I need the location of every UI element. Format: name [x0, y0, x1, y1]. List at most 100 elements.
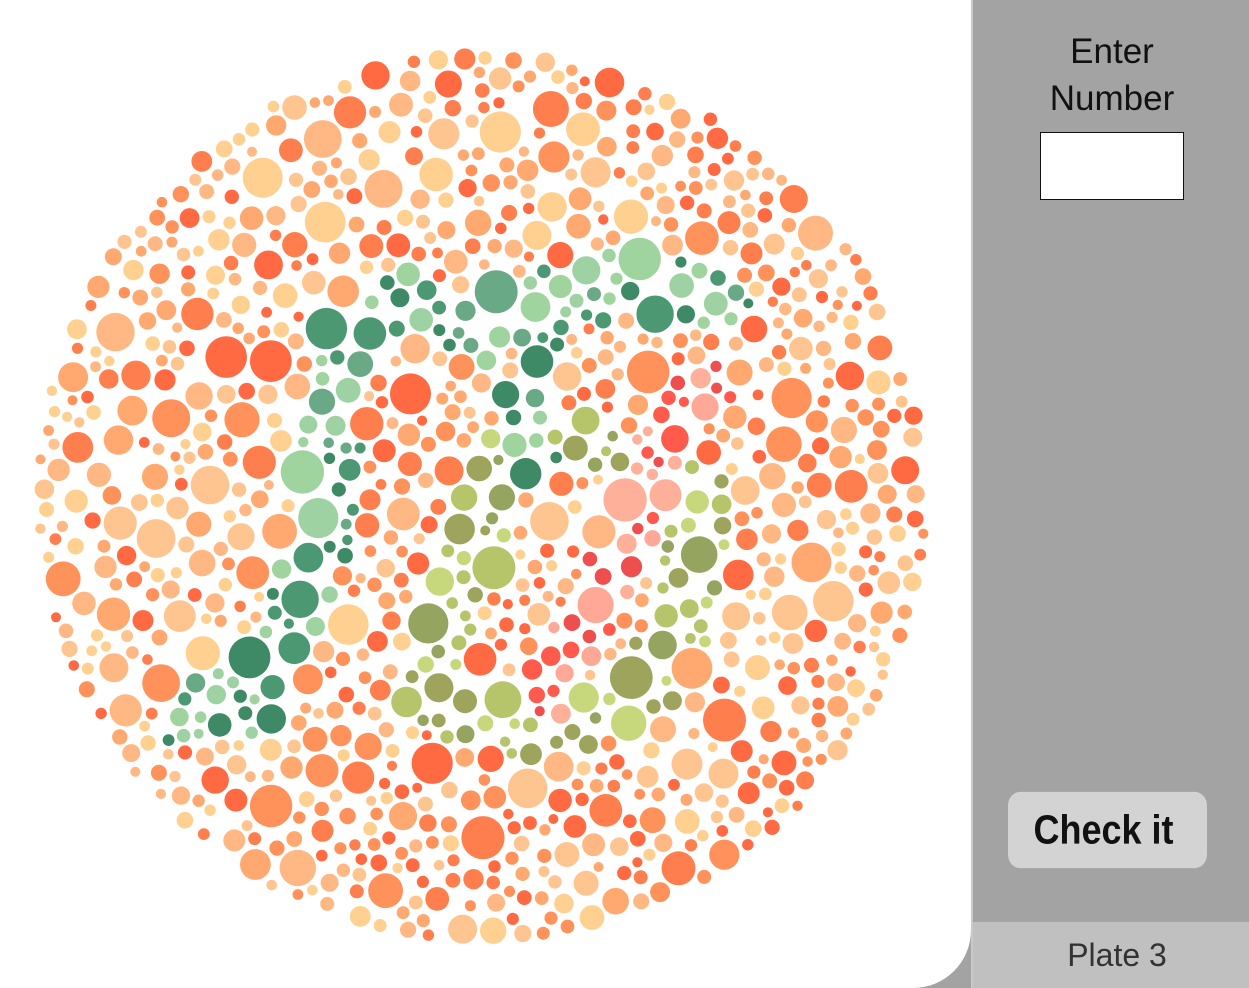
plate-dot: [804, 619, 827, 643]
plate-dot: [142, 664, 181, 702]
plate-dot: [400, 334, 430, 364]
plate-dot: [287, 739, 301, 754]
plate-dot: [375, 479, 387, 490]
plate-dot: [570, 347, 583, 359]
plate-dot: [177, 745, 193, 760]
plate-dot: [428, 50, 448, 70]
plate-dot: [435, 421, 456, 442]
plate-dot: [568, 187, 592, 211]
plate-dot: [405, 670, 419, 684]
plate-dot: [610, 272, 623, 285]
plate-dot: [815, 753, 827, 765]
plate-dot: [671, 748, 703, 780]
plate-dot: [244, 771, 256, 783]
plate-dot: [487, 239, 502, 254]
plate-dot: [34, 479, 55, 500]
plate-dot: [523, 276, 537, 290]
plate-dot: [420, 436, 436, 452]
plate-dot: [340, 442, 352, 454]
plate-dot: [575, 792, 589, 807]
plate-dot: [156, 196, 168, 208]
plate-dot: [432, 269, 446, 283]
plate-dot: [527, 603, 551, 626]
plate-dot: [480, 917, 507, 944]
plate-dot: [548, 621, 560, 634]
answer-sidebar: Enter Number Check it Plate 3: [971, 0, 1249, 988]
plate-dot: [669, 273, 694, 298]
plate-dot: [390, 356, 402, 367]
plate-dot: [270, 430, 292, 452]
plate-dot: [505, 409, 522, 426]
plate-dot: [866, 529, 883, 545]
plate-dot: [551, 70, 565, 84]
plate-dot: [520, 345, 554, 378]
plate-dot: [534, 706, 545, 717]
plate-dot: [287, 333, 304, 350]
plate-dot: [600, 331, 614, 345]
plate-dot: [827, 673, 845, 691]
plate-dot: [576, 477, 589, 490]
plate-dot: [436, 392, 449, 405]
plate-dot: [779, 185, 808, 213]
plate-dot: [488, 860, 501, 873]
plate-dot: [465, 164, 478, 177]
plate-dot: [74, 417, 85, 428]
plate-dot: [594, 67, 625, 98]
plate-dot: [503, 175, 518, 190]
plate-dot: [348, 216, 365, 233]
plate-dot: [610, 452, 630, 472]
plate-dot: [385, 744, 400, 758]
plate-dot: [296, 356, 312, 372]
plate-dot: [35, 523, 46, 534]
plate-dot: [386, 497, 420, 531]
plate-dot: [43, 425, 54, 436]
plate-dot: [90, 346, 102, 358]
plate-dot: [393, 572, 409, 588]
plate-dot: [573, 870, 599, 896]
plate-dot: [711, 494, 732, 515]
plate-dot: [519, 623, 531, 635]
plate-dot: [179, 208, 200, 228]
plate-dot: [189, 173, 202, 186]
number-input[interactable]: [1040, 132, 1184, 200]
plate-dot: [217, 434, 233, 450]
plate-dot: [633, 893, 650, 910]
plate-dot: [688, 181, 703, 195]
plate-dot: [547, 242, 574, 269]
plate-dot: [751, 696, 775, 720]
plate-dot: [684, 692, 706, 713]
plate-dot: [224, 402, 260, 438]
plate-dot: [117, 234, 132, 249]
plate-dot: [205, 593, 225, 613]
plate-dot: [279, 138, 303, 163]
plate-dot: [710, 810, 724, 824]
plate-dot: [353, 317, 387, 350]
plate-dot: [162, 734, 175, 746]
plate-dot: [475, 83, 490, 98]
plate-dot: [376, 559, 395, 578]
plate-dot: [243, 332, 255, 345]
plate-dot: [433, 324, 446, 337]
plate-dot: [493, 97, 505, 109]
plate-dot: [359, 489, 381, 511]
plate-dot: [81, 390, 94, 404]
plate-dot: [583, 323, 595, 335]
plate-dot: [827, 696, 849, 717]
plate-dot: [176, 811, 194, 829]
plate-dot: [895, 395, 908, 408]
plate-dot: [602, 887, 629, 915]
plate-dot: [380, 275, 395, 290]
plate-dot: [734, 685, 746, 697]
plate-dot: [464, 623, 477, 636]
plate-dot: [331, 482, 346, 497]
plate-dot: [675, 256, 687, 268]
plate-dot: [457, 149, 470, 161]
plate-dot: [626, 141, 640, 154]
plate-dot: [460, 610, 471, 622]
plate-dot: [202, 210, 216, 224]
plate-dot: [700, 596, 713, 609]
plate-dot: [667, 455, 682, 470]
plate-dot: [152, 443, 165, 455]
check-it-button[interactable]: Check it: [1008, 791, 1207, 869]
plate-dot: [676, 305, 696, 324]
